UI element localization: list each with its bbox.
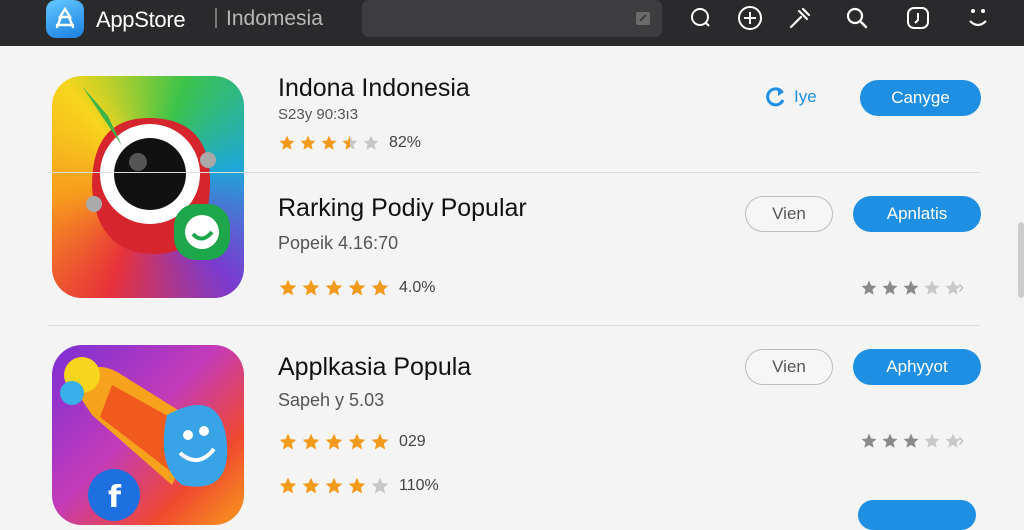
rating-value: 82% (389, 134, 422, 151)
search-action-icon[interactable] (634, 9, 652, 32)
star-icon (325, 477, 343, 494)
star-rating-icons (278, 134, 380, 152)
chevron-right-icon[interactable]: › (958, 430, 964, 451)
star-icon (348, 279, 366, 296)
star-icon (882, 280, 898, 295)
change-button[interactable]: Canyge (860, 80, 981, 116)
account-icon[interactable] (964, 4, 992, 32)
rating-value: 029 (399, 433, 426, 450)
update-link[interactable]: Iye (764, 86, 817, 108)
divider (48, 172, 980, 173)
apply-button[interactable]: Aphyyot (853, 349, 981, 385)
apply-button[interactable]: Apnlatis (853, 196, 981, 232)
star-rating-icons (278, 432, 390, 452)
star-rating-icons (860, 432, 962, 450)
svg-text:f: f (108, 480, 122, 515)
star-icon (302, 279, 320, 296)
side-rating-stars (860, 432, 962, 450)
rating-value: 110% (399, 477, 439, 494)
region-label[interactable]: Indomesia (226, 7, 323, 31)
star-rating-icons (860, 279, 962, 297)
star-rating-icons (278, 278, 390, 298)
star-icon (363, 135, 379, 150)
star-icon (302, 477, 320, 494)
app-title[interactable]: Rarking Podiy Popular (278, 194, 527, 223)
view-button[interactable]: Vien (745, 349, 833, 385)
star-icon (348, 433, 366, 450)
search-bar[interactable] (362, 0, 662, 37)
star-icon (279, 433, 297, 450)
refresh-icon (766, 87, 785, 107)
star-icon (325, 433, 343, 450)
update-label: Iye (794, 87, 817, 106)
star-rating-icons (278, 476, 390, 496)
tools-icon[interactable] (786, 4, 814, 32)
star-icon (882, 433, 898, 448)
app-subtitle: Popeik 4.16:70 (278, 233, 399, 253)
star-icon (371, 279, 389, 296)
app-subtitle: S23y 90:3ı3 (278, 106, 359, 123)
star-icon (279, 279, 297, 296)
side-rating-stars (860, 279, 962, 297)
view-button[interactable]: Vien (745, 196, 833, 232)
star-icon (279, 477, 297, 494)
rating-stars-secondary: 110% (278, 476, 439, 496)
divider (48, 325, 980, 326)
star-icon (903, 433, 919, 448)
star-icon (903, 280, 919, 295)
star-icon (321, 135, 337, 150)
app-title[interactable]: Indona Indonesia (278, 74, 470, 103)
rating-stars: 4.0% (278, 278, 435, 298)
search-input[interactable] (362, 0, 622, 37)
star-icon (371, 477, 389, 494)
brand-name: AppStore (96, 7, 186, 32)
star-icon (348, 477, 366, 494)
star-icon (300, 135, 316, 150)
top-bar: AppStore Indomesia (0, 0, 1024, 46)
app-store-logo-icon[interactable] (46, 0, 84, 38)
header-divider (215, 8, 217, 28)
app-icon-1[interactable] (52, 76, 244, 298)
rating-value: 4.0% (399, 279, 436, 296)
app-title[interactable]: Applkasia Popula (278, 353, 471, 382)
star-icon (342, 135, 358, 150)
help-icon[interactable] (687, 4, 715, 32)
star-icon (325, 279, 343, 296)
star-icon (924, 433, 940, 448)
star-icon (279, 135, 295, 150)
star-icon (861, 280, 877, 295)
partial-button[interactable] (858, 500, 976, 530)
search-icon[interactable] (843, 4, 871, 32)
star-icon (924, 280, 940, 295)
rating-stars: 82% (278, 134, 421, 152)
app-icon-2[interactable]: f (52, 345, 244, 525)
scrollbar[interactable] (1018, 222, 1024, 298)
add-icon[interactable] (736, 4, 764, 32)
updates-icon[interactable] (904, 4, 932, 32)
star-icon (861, 433, 877, 448)
app-subtitle: Sapeh y 5.03 (278, 390, 385, 410)
star-icon (371, 433, 389, 450)
chevron-right-icon[interactable]: › (958, 277, 964, 298)
rating-stars: 029 (278, 432, 426, 452)
star-icon (302, 433, 320, 450)
